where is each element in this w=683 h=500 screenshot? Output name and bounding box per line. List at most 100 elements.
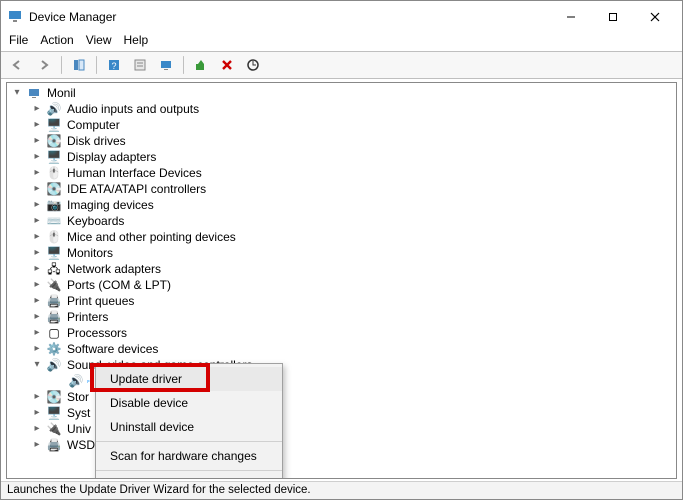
device-category-icon: ▢ <box>46 325 62 341</box>
tree-item[interactable]: ▸🖧Network adapters <box>11 261 672 277</box>
tree-item[interactable]: ▸🖥️Display adapters <box>11 149 672 165</box>
expand-arrow-icon[interactable]: ▸ <box>31 261 43 277</box>
expand-arrow-icon[interactable]: ▸ <box>31 165 43 181</box>
properties-button[interactable] <box>129 54 151 76</box>
scan-button[interactable] <box>242 54 264 76</box>
expand-arrow-icon[interactable]: ▸ <box>31 117 43 133</box>
tree-item[interactable]: ▸🖨️Print queues <box>11 293 672 309</box>
expand-arrow-icon[interactable]: ▸ <box>31 389 43 405</box>
expand-arrow-icon[interactable]: ▸ <box>31 293 43 309</box>
menu-view[interactable]: View <box>86 33 112 47</box>
help-button[interactable]: ? <box>103 54 125 76</box>
device-category-icon: 🔊 <box>46 357 62 373</box>
tree-item[interactable]: ▸⚙️Software devices <box>11 341 672 357</box>
tree-item[interactable]: ▸🔌Ports (COM & LPT) <box>11 277 672 293</box>
tree-item-label: Software devices <box>65 341 160 357</box>
status-text: Launches the Update Driver Wizard for th… <box>7 484 311 496</box>
device-manager-window: Device Manager File Action View Help ? ▾ <box>0 0 683 500</box>
expand-arrow-icon[interactable]: ▸ <box>31 421 43 437</box>
tree-view[interactable]: ▾ Monil ▸🔊Audio inputs and outputs▸🖥️Com… <box>6 82 677 479</box>
device-category-icon: 🖨️ <box>46 293 62 309</box>
update-driver-button[interactable] <box>190 54 212 76</box>
disable-device-button[interactable] <box>216 54 238 76</box>
sound-device-icon: 🔊 <box>68 373 84 389</box>
context-update-driver[interactable]: Update driver <box>96 367 282 391</box>
monitor-icon[interactable] <box>155 54 177 76</box>
show-hide-tree-button[interactable] <box>68 54 90 76</box>
tree-item-label: Imaging devices <box>65 197 156 213</box>
collapse-arrow-icon[interactable]: ▾ <box>31 357 43 373</box>
computer-icon <box>26 85 42 101</box>
expand-arrow-icon[interactable]: ▸ <box>31 149 43 165</box>
tree-item[interactable]: ▸📷Imaging devices <box>11 197 672 213</box>
menu-action[interactable]: Action <box>40 33 73 47</box>
device-category-icon: 🔌 <box>46 277 62 293</box>
menu-file[interactable]: File <box>9 33 28 47</box>
context-scan-hardware[interactable]: Scan for hardware changes <box>96 444 282 468</box>
tree-item-label: Univ <box>65 421 93 437</box>
expand-arrow-icon[interactable]: ▸ <box>31 197 43 213</box>
device-category-icon: ⚙️ <box>46 341 62 357</box>
device-category-icon: 🖨️ <box>46 437 62 453</box>
device-category-icon: 🖥️ <box>46 149 62 165</box>
expand-arrow-icon[interactable]: ▸ <box>31 213 43 229</box>
context-menu: Update driver Disable device Uninstall d… <box>95 363 283 479</box>
expand-arrow-icon[interactable]: ▾ <box>11 85 23 101</box>
tree-item[interactable]: ▸💽Disk drives <box>11 133 672 149</box>
minimize-button[interactable] <box>550 5 592 29</box>
title-bar: Device Manager <box>1 1 682 31</box>
context-properties[interactable]: Properties <box>96 473 282 479</box>
context-disable-device[interactable]: Disable device <box>96 391 282 415</box>
expand-arrow-icon[interactable]: ▸ <box>31 277 43 293</box>
expand-arrow-icon[interactable]: ▸ <box>31 405 43 421</box>
tree-item[interactable]: ▸🖱️Human Interface Devices <box>11 165 672 181</box>
device-category-icon: 💽 <box>46 181 62 197</box>
window-controls <box>550 5 676 29</box>
expand-arrow-icon[interactable]: ▸ <box>31 133 43 149</box>
tree-item-label: Human Interface Devices <box>65 165 204 181</box>
tree-item[interactable]: ▸💽IDE ATA/ATAPI controllers <box>11 181 672 197</box>
toolbar: ? <box>1 51 682 79</box>
tree-item-label: Keyboards <box>65 213 126 229</box>
tree-item-label: Monitors <box>65 245 115 261</box>
tree-item[interactable]: ▸🖨️Printers <box>11 309 672 325</box>
tree-item-label: Syst <box>65 405 92 421</box>
device-category-icon: 🖥️ <box>46 405 62 421</box>
expand-arrow-icon[interactable]: ▸ <box>31 309 43 325</box>
menu-help[interactable]: Help <box>124 33 149 47</box>
expand-arrow-icon[interactable]: ▸ <box>31 437 43 453</box>
device-category-icon: 🖱️ <box>46 165 62 181</box>
expand-arrow-icon[interactable]: ▸ <box>31 325 43 341</box>
tree-root[interactable]: ▾ Monil <box>11 85 672 101</box>
device-category-icon: 💽 <box>46 389 62 405</box>
expand-arrow-icon[interactable]: ▸ <box>31 101 43 117</box>
expand-arrow-icon[interactable]: ▸ <box>31 181 43 197</box>
tree-item-label: WSD <box>65 437 97 453</box>
window-title: Device Manager <box>29 10 550 24</box>
maximize-button[interactable] <box>592 5 634 29</box>
tree-item[interactable]: ▸🔊Audio inputs and outputs <box>11 101 672 117</box>
tree-item[interactable]: ▸🖥️Monitors <box>11 245 672 261</box>
tree-item[interactable]: ▸🖱️Mice and other pointing devices <box>11 229 672 245</box>
context-separator <box>96 441 282 442</box>
device-category-icon: 📷 <box>46 197 62 213</box>
back-button[interactable] <box>7 54 29 76</box>
device-category-icon: 🔌 <box>46 421 62 437</box>
expand-arrow-icon[interactable]: ▸ <box>31 229 43 245</box>
tree-item-label: Processors <box>65 325 129 341</box>
tree-item[interactable]: ▸🖥️Computer <box>11 117 672 133</box>
forward-button[interactable] <box>33 54 55 76</box>
svg-text:?: ? <box>111 61 116 71</box>
context-uninstall-device[interactable]: Uninstall device <box>96 415 282 439</box>
expand-arrow-icon[interactable]: ▸ <box>31 245 43 261</box>
expand-arrow-icon[interactable]: ▸ <box>31 341 43 357</box>
tree-item[interactable]: ▸▢Processors <box>11 325 672 341</box>
tree-item-label: Computer <box>65 117 122 133</box>
device-category-icon: ⌨️ <box>46 213 62 229</box>
context-separator <box>96 470 282 471</box>
tree-item[interactable]: ▸⌨️Keyboards <box>11 213 672 229</box>
tree-item-label: Stor <box>65 389 91 405</box>
close-button[interactable] <box>634 5 676 29</box>
tree-item-label: Audio inputs and outputs <box>65 101 201 117</box>
device-category-icon: 🔊 <box>46 101 62 117</box>
